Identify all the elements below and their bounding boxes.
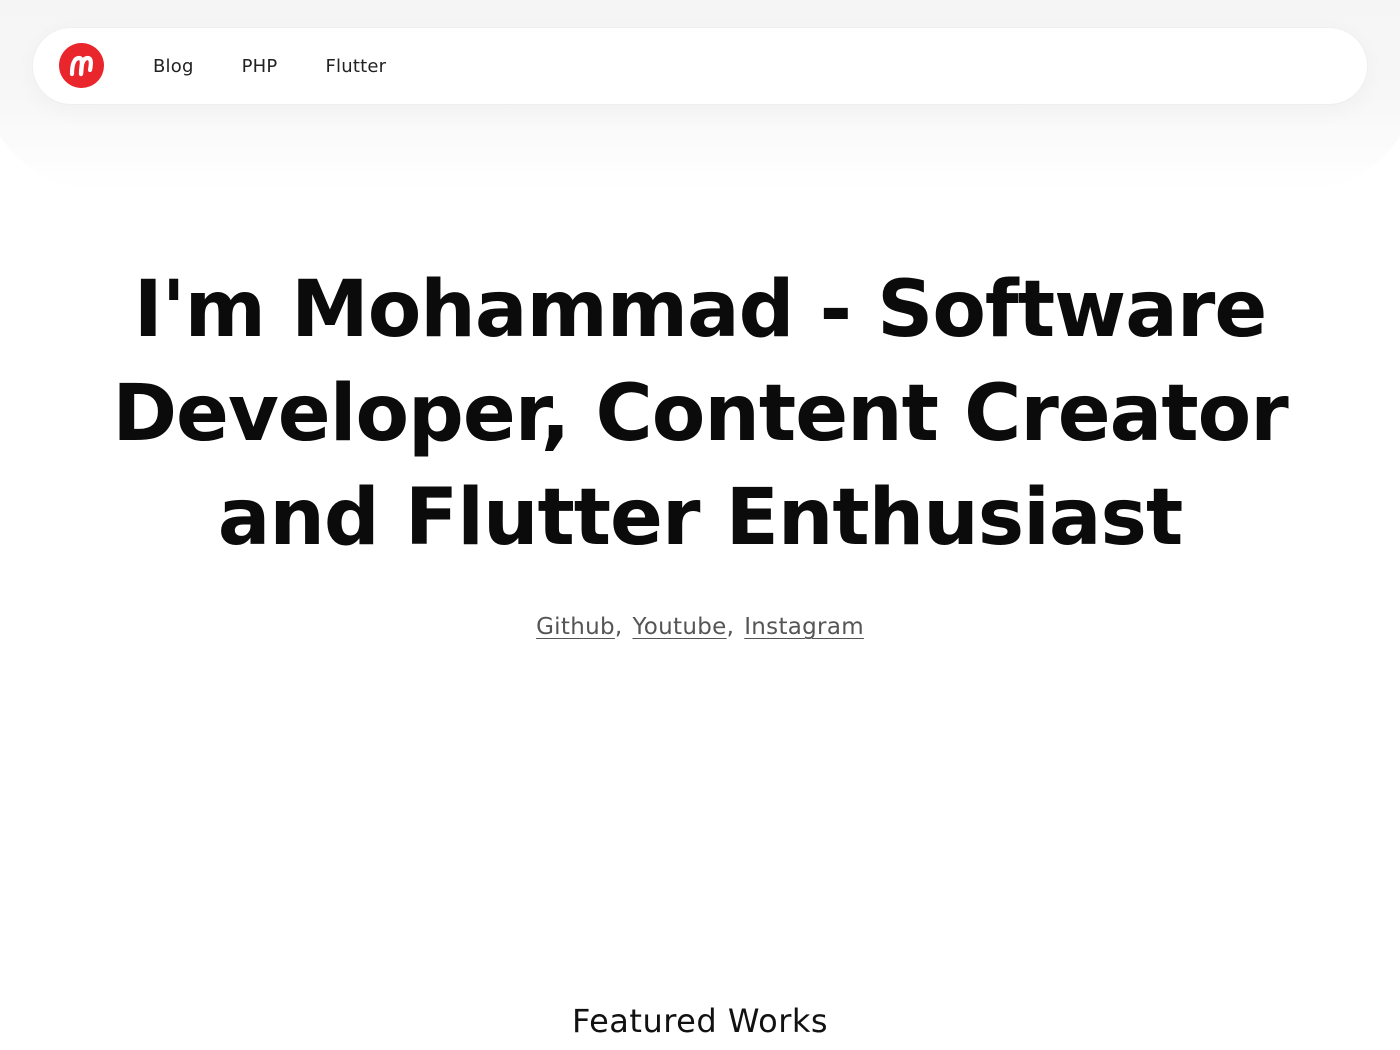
featured-works-heading: Featured Works: [571, 1002, 829, 1040]
hero-title-line: and Flutter Enthusiast: [217, 473, 1183, 563]
separator: ,: [726, 614, 735, 640]
youtube-link[interactable]: Youtube: [632, 614, 726, 640]
instagram-link[interactable]: Instagram: [744, 614, 864, 640]
separator: ,: [614, 614, 623, 640]
navbar: Blog PHP Flutter: [33, 28, 1367, 104]
social-links: Github, Youtube, Instagram: [0, 614, 1400, 640]
brand-logo-icon[interactable]: [59, 43, 104, 88]
github-link[interactable]: Github: [536, 614, 615, 640]
nav-link-php[interactable]: PHP: [242, 56, 278, 77]
hero-title-line: I'm Mohammad - Software: [133, 265, 1267, 355]
logo-mark: [69, 55, 93, 77]
page: Blog PHP Flutter I'm Mohammad - Software…: [0, 0, 1400, 1050]
nav-link-blog[interactable]: Blog: [153, 56, 194, 77]
nav-link-flutter[interactable]: Flutter: [325, 56, 386, 77]
hero-title-line: Developer, Content Creator: [112, 369, 1288, 459]
hero-title: I'm Mohammad - Software Developer, Conte…: [0, 258, 1400, 570]
nav-links: Blog PHP Flutter: [153, 28, 434, 104]
